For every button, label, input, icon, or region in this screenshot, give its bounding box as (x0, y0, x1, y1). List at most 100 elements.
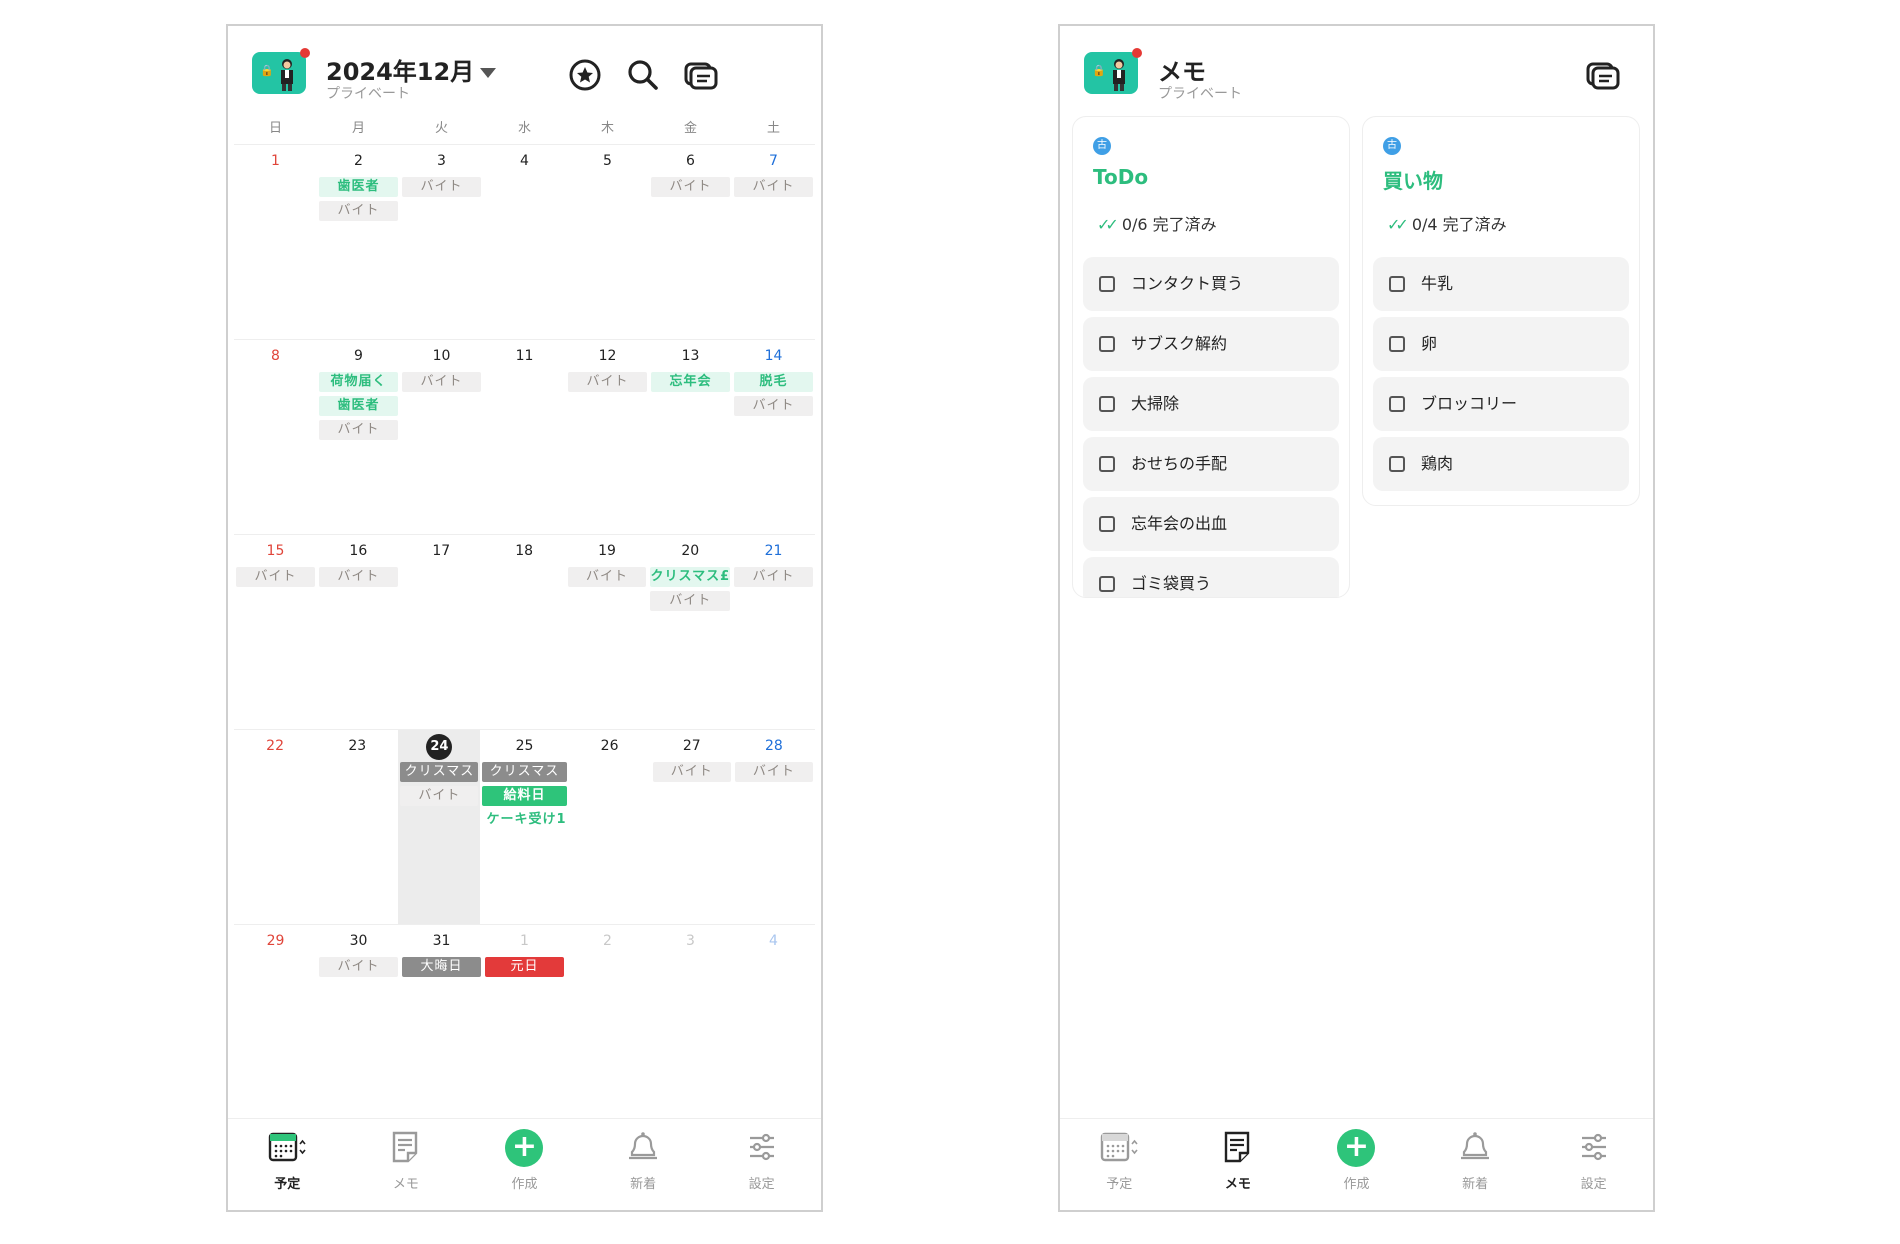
event-chip[interactable]: クリスマス (482, 762, 567, 782)
event-chip[interactable]: バイト (319, 420, 398, 440)
checklist-item[interactable]: 大掃除 (1083, 377, 1339, 431)
event-chip[interactable]: バイト (650, 591, 731, 611)
nav-item-settings-sliders[interactable]: 設定 (702, 1119, 821, 1210)
day-cell[interactable]: 23 (316, 730, 398, 924)
event-chip[interactable]: バイト (567, 567, 647, 587)
event-chip[interactable]: クリスマス£ (650, 567, 731, 587)
event-chip[interactable]: 忘年会 (651, 372, 730, 392)
day-cell[interactable]: 28 バイト (733, 730, 815, 924)
month-selector[interactable]: 2024年12月 (326, 52, 497, 87)
day-cell[interactable]: 20 クリスマス£ バイト (648, 535, 732, 729)
checkbox[interactable] (1389, 456, 1405, 472)
checkbox[interactable] (1099, 276, 1115, 292)
day-cell[interactable]: 1 元日 (483, 925, 566, 1119)
day-cell[interactable]: 15 バイト (234, 535, 317, 729)
event-chip[interactable]: 荷物届く (319, 372, 398, 392)
nav-item-bell[interactable]: 新着 (584, 1119, 703, 1210)
event-chip[interactable]: バイト (400, 786, 479, 806)
day-cell[interactable]: 16 バイト (317, 535, 400, 729)
event-chip[interactable]: バイト (651, 177, 730, 197)
day-cell[interactable]: 3 バイト (400, 145, 483, 339)
checklist-item[interactable]: おせちの手配 (1083, 437, 1339, 491)
nav-item-calendar[interactable]: 予定 (228, 1119, 347, 1210)
nav-item-plus[interactable]: + 作成 (1297, 1119, 1416, 1210)
checkbox[interactable] (1099, 336, 1115, 352)
day-cell[interactable]: 7 バイト (732, 145, 815, 339)
day-cell[interactable]: 30 バイト (317, 925, 400, 1119)
day-cell[interactable]: 2 歯医者 バイト (317, 145, 400, 339)
avatar[interactable]: 🔒 (252, 48, 310, 94)
day-cell[interactable]: 26 (569, 730, 651, 924)
avatar[interactable]: 🔒 (1084, 48, 1142, 94)
event-chip[interactable]: 歯医者 (319, 396, 398, 416)
day-cell[interactable]: 10 バイト (400, 340, 483, 534)
day-cell[interactable]: 13 忘年会 (649, 340, 732, 534)
day-cell[interactable]: 4 (732, 925, 815, 1119)
plus-icon[interactable]: + (505, 1129, 544, 1167)
checklist-item[interactable]: 忘年会の出血 (1083, 497, 1339, 551)
nav-item-bell[interactable]: 新着 (1416, 1119, 1535, 1210)
event-chip[interactable]: バイト (402, 372, 481, 392)
day-cell[interactable]: 4 (483, 145, 566, 339)
day-cell[interactable]: 3 (649, 925, 732, 1119)
day-cell[interactable]: 9 荷物届く 歯医者 バイト (317, 340, 400, 534)
event-chip[interactable]: 歯医者 (319, 177, 398, 197)
day-cell[interactable]: 2 (566, 925, 649, 1119)
day-cell[interactable]: 17 (400, 535, 483, 729)
plus-icon[interactable]: + (1337, 1129, 1376, 1167)
day-cell[interactable]: 5 (566, 145, 649, 339)
day-cell[interactable]: 24 クリスマス バイト (398, 730, 481, 924)
event-chip[interactable]: バイト (236, 567, 315, 587)
chat-list-icon[interactable] (682, 56, 720, 94)
event-chip[interactable]: 元日 (485, 957, 564, 977)
checklist-item[interactable]: 牛乳 (1373, 257, 1629, 311)
checkbox[interactable] (1389, 276, 1405, 292)
event-chip[interactable]: 大晦日 (402, 957, 481, 977)
day-cell[interactable]: 11 (483, 340, 566, 534)
checkbox[interactable] (1099, 516, 1115, 532)
checklist-item[interactable]: ゴミ袋買う (1083, 557, 1339, 597)
checkbox[interactable] (1389, 396, 1405, 412)
event-chip[interactable]: バイト (568, 372, 647, 392)
day-cell[interactable]: 27 バイト (651, 730, 733, 924)
event-chip[interactable]: 給料日 (482, 786, 567, 806)
chat-list-icon[interactable] (1584, 56, 1622, 94)
checkbox[interactable] (1389, 336, 1405, 352)
event-chip[interactable]: クリスマス (400, 762, 479, 782)
star-circle-icon[interactable] (566, 56, 604, 94)
day-cell[interactable]: 21 バイト (732, 535, 815, 729)
day-cell[interactable]: 8 (234, 340, 317, 534)
day-cell[interactable]: 22 (234, 730, 316, 924)
checklist-item[interactable]: 卵 (1373, 317, 1629, 371)
checklist-item[interactable]: コンタクト買う (1083, 257, 1339, 311)
nav-item-settings-sliders[interactable]: 設定 (1534, 1119, 1653, 1210)
day-cell[interactable]: 19 バイト (566, 535, 649, 729)
day-cell[interactable]: 1 (234, 145, 317, 339)
day-cell[interactable]: 31 大晦日 (400, 925, 483, 1119)
event-chip[interactable]: バイト (734, 762, 813, 782)
nav-item-calendar[interactable]: 予定 (1060, 1119, 1179, 1210)
event-chip[interactable]: バイト (652, 762, 731, 782)
event-chip[interactable]: バイト (319, 201, 398, 221)
event-chip[interactable]: 脱毛 (734, 372, 813, 392)
checkbox[interactable] (1099, 576, 1115, 592)
checklist-item[interactable]: サブスク解約 (1083, 317, 1339, 371)
checklist-item[interactable]: 鶏肉 (1373, 437, 1629, 491)
event-chip[interactable]: バイト (734, 396, 813, 416)
checklist-item[interactable]: ブロッコリー (1373, 377, 1629, 431)
event-chip[interactable]: バイト (734, 177, 813, 197)
day-cell[interactable]: 6 バイト (649, 145, 732, 339)
day-cell[interactable]: 14 脱毛 バイト (732, 340, 815, 534)
nav-item-memo[interactable]: メモ (347, 1119, 466, 1210)
nav-item-memo[interactable]: メモ (1179, 1119, 1298, 1210)
checkbox[interactable] (1099, 456, 1115, 472)
checkbox[interactable] (1099, 396, 1115, 412)
day-cell[interactable]: 18 (483, 535, 566, 729)
search-icon[interactable] (624, 56, 662, 94)
day-cell[interactable]: 25 クリスマス 給料日 ケーキ受け1 (480, 730, 568, 924)
nav-item-plus[interactable]: + 作成 (465, 1119, 584, 1210)
event-chip[interactable]: バイト (318, 567, 398, 587)
event-chip[interactable]: バイト (319, 957, 398, 977)
event-chip[interactable]: バイト (734, 567, 813, 587)
memo-card-shopping[interactable]: 古 買い物 ✓✓ 0/4 完了済み 牛乳卵ブロッコリー 鶏肉 (1362, 116, 1640, 506)
